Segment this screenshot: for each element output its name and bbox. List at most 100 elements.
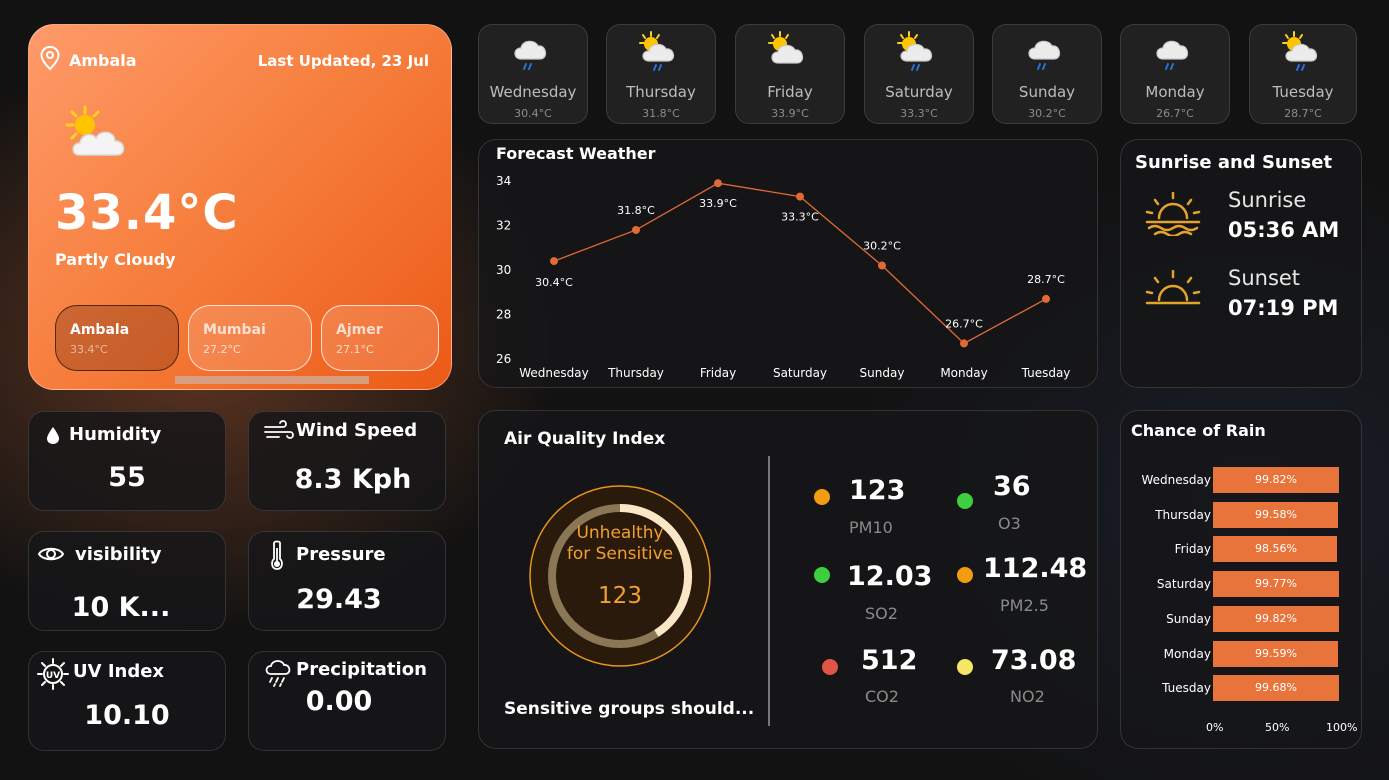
aqi-value: 123 [598, 583, 642, 609]
city-tabs-scrollbar[interactable] [175, 376, 369, 384]
rain-bar-value: 99.82% [1255, 611, 1297, 625]
no2-value: 73.08 [991, 645, 1077, 676]
sun-rain-cloud-icon [639, 31, 675, 71]
rain-day-label: Sunday [1166, 611, 1211, 626]
air-quality-card: Air Quality Index Unhealthy for Sensitiv… [478, 410, 1098, 749]
wind-value: 8.3 Kph [294, 464, 412, 495]
rain-row: Wednesday 99.82% [1121, 467, 1361, 493]
rain-row: Friday 98.56% [1121, 536, 1361, 563]
city-tab-name: Mumbai [203, 322, 266, 338]
rain-row: Saturday 99.77% [1121, 571, 1361, 598]
aqi-status-line1: Unhealthy [576, 523, 664, 543]
aqi-status-line2: for Sensitive [566, 544, 674, 564]
y-tick-label: 30 [496, 263, 511, 277]
o3-value: 36 [993, 471, 1031, 502]
location-pin-icon [40, 45, 60, 71]
forecast-point[interactable] [550, 257, 558, 266]
rain-bar-chart: Wednesday 99.82% Thursday 99.58% Friday 98.56… [1121, 467, 1363, 717]
city-tab-ambala[interactable]: Ambala 33.4°C [55, 305, 179, 371]
day-tile-thursday[interactable]: Thursday 31.8°C [606, 24, 716, 124]
sunrise-time: 05:36 AM [1228, 218, 1340, 242]
forecast-point[interactable] [714, 179, 722, 188]
pressure-label: Pressure [296, 544, 386, 565]
city-tab-name: Ajmer [336, 322, 383, 338]
day-tile-monday[interactable]: Monday 26.7°C [1120, 24, 1230, 124]
pm25-value: 112.48 [983, 553, 1088, 584]
forecast-chart-card: Forecast Weather 26 28 30 32 34 30.4°C Wednesd… [478, 139, 1098, 388]
forecast-line-chart: 26 28 30 32 34 30.4°C Wednesday 31.8°C Thursday 3… [496, 174, 1071, 380]
forecast-data-label: 30.4°C [535, 276, 573, 289]
sunset-label: Sunset [1228, 266, 1301, 290]
day-tile-wednesday[interactable]: Wednesday 30.4°C [478, 24, 588, 124]
rain-day-label: Thursday [1155, 507, 1211, 522]
sun-rain-cloud-icon [1282, 31, 1318, 71]
day-tile-saturday[interactable]: Saturday 33.3°C [864, 24, 974, 124]
day-tile-sunday[interactable]: Sunday 30.2°C [992, 24, 1102, 124]
forecast-data-label: 28.7°C [1027, 273, 1065, 286]
forecast-point[interactable] [796, 192, 804, 201]
wind-card: Wind Speed 8.3 Kph [248, 411, 446, 511]
aqi-gauge [529, 485, 711, 667]
wind-icon [264, 420, 294, 439]
y-tick-label: 26 [496, 352, 511, 366]
o3-dot [957, 493, 973, 509]
sunrise-icon [1145, 192, 1201, 236]
x-tick-label: Monday [940, 366, 987, 380]
forecast-data-label: 26.7°C [945, 317, 983, 330]
day-temp: 28.7°C [1284, 107, 1322, 120]
aqi-divider [768, 456, 770, 726]
droplet-icon [47, 427, 59, 444]
thermometer-icon [271, 540, 283, 570]
forecast-point[interactable] [1042, 294, 1050, 303]
day-tile-tuesday[interactable]: Tuesday 28.7°C [1249, 24, 1357, 124]
current-weather-card: Ambala Last Updated, 23 Jul 33.4°C Partl… [28, 24, 452, 390]
wind-label: Wind Speed [296, 420, 418, 441]
no2-label: NO2 [1010, 687, 1045, 706]
rain-day-label: Friday [1174, 542, 1211, 557]
x-tick-label: Wednesday [519, 366, 588, 380]
rain-cloud-icon [514, 40, 547, 70]
day-temp: 33.9°C [771, 107, 809, 120]
co2-dot [822, 659, 838, 675]
rain-chance-card: Chance of Rain Wednesday 99.82% Thursday 99… [1120, 410, 1362, 749]
rain-cloud-icon [1028, 40, 1061, 70]
pm10-label: PM10 [849, 518, 893, 537]
precipitation-card: Precipitation 0.00 [248, 651, 446, 751]
day-temp: 33.3°C [900, 107, 938, 120]
rain-bar-value: 99.82% [1255, 473, 1297, 486]
pressure-value: 29.43 [296, 584, 382, 615]
forecast-point[interactable] [632, 225, 640, 234]
forecast-point[interactable] [960, 339, 968, 348]
rain-bar-value: 98.56% [1255, 542, 1297, 556]
y-tick-label: 34 [496, 174, 511, 188]
city-tab-ajmer[interactable]: Ajmer 27.1°C [321, 305, 439, 371]
sun-times-title: Sunrise and Sunset [1135, 152, 1333, 173]
pm25-label: PM2.5 [1000, 596, 1049, 615]
rain-row: Thursday 99.58% [1121, 501, 1361, 528]
forecast-data-label: 31.8°C [617, 204, 655, 217]
pm25-dot [957, 567, 973, 583]
partly-cloudy-icon [768, 31, 804, 64]
svg-text:UV: UV [46, 671, 60, 681]
sunset-time: 07:19 PM [1228, 296, 1339, 320]
day-name: Wednesday [489, 83, 577, 101]
aqi-title: Air Quality Index [504, 429, 666, 449]
forecast-data-label: 33.3°C [781, 211, 819, 224]
day-temp: 31.8°C [642, 107, 680, 120]
last-updated: Last Updated, 23 Jul [257, 52, 429, 70]
x-tick-label: Tuesday [1021, 366, 1071, 380]
humidity-value: 55 [108, 462, 146, 493]
rain-bar-value: 99.59% [1255, 646, 1297, 660]
rain-axis-tick: 100% [1326, 721, 1358, 734]
forecast-point[interactable] [878, 261, 886, 270]
current-condition: Partly Cloudy [55, 250, 176, 269]
uv-index-card: UV UV Index 10.10 [28, 651, 226, 751]
x-tick-label: Sunday [860, 366, 905, 380]
rain-axis-tick: 50% [1265, 721, 1290, 734]
so2-value: 12.03 [847, 561, 933, 592]
visibility-value: 10 K... [71, 592, 171, 623]
city-tab-mumbai[interactable]: Mumbai 27.2°C [188, 305, 312, 371]
so2-dot [814, 567, 830, 583]
day-tile-friday[interactable]: Friday 33.9°C [735, 24, 845, 124]
pm10-dot [814, 489, 830, 505]
